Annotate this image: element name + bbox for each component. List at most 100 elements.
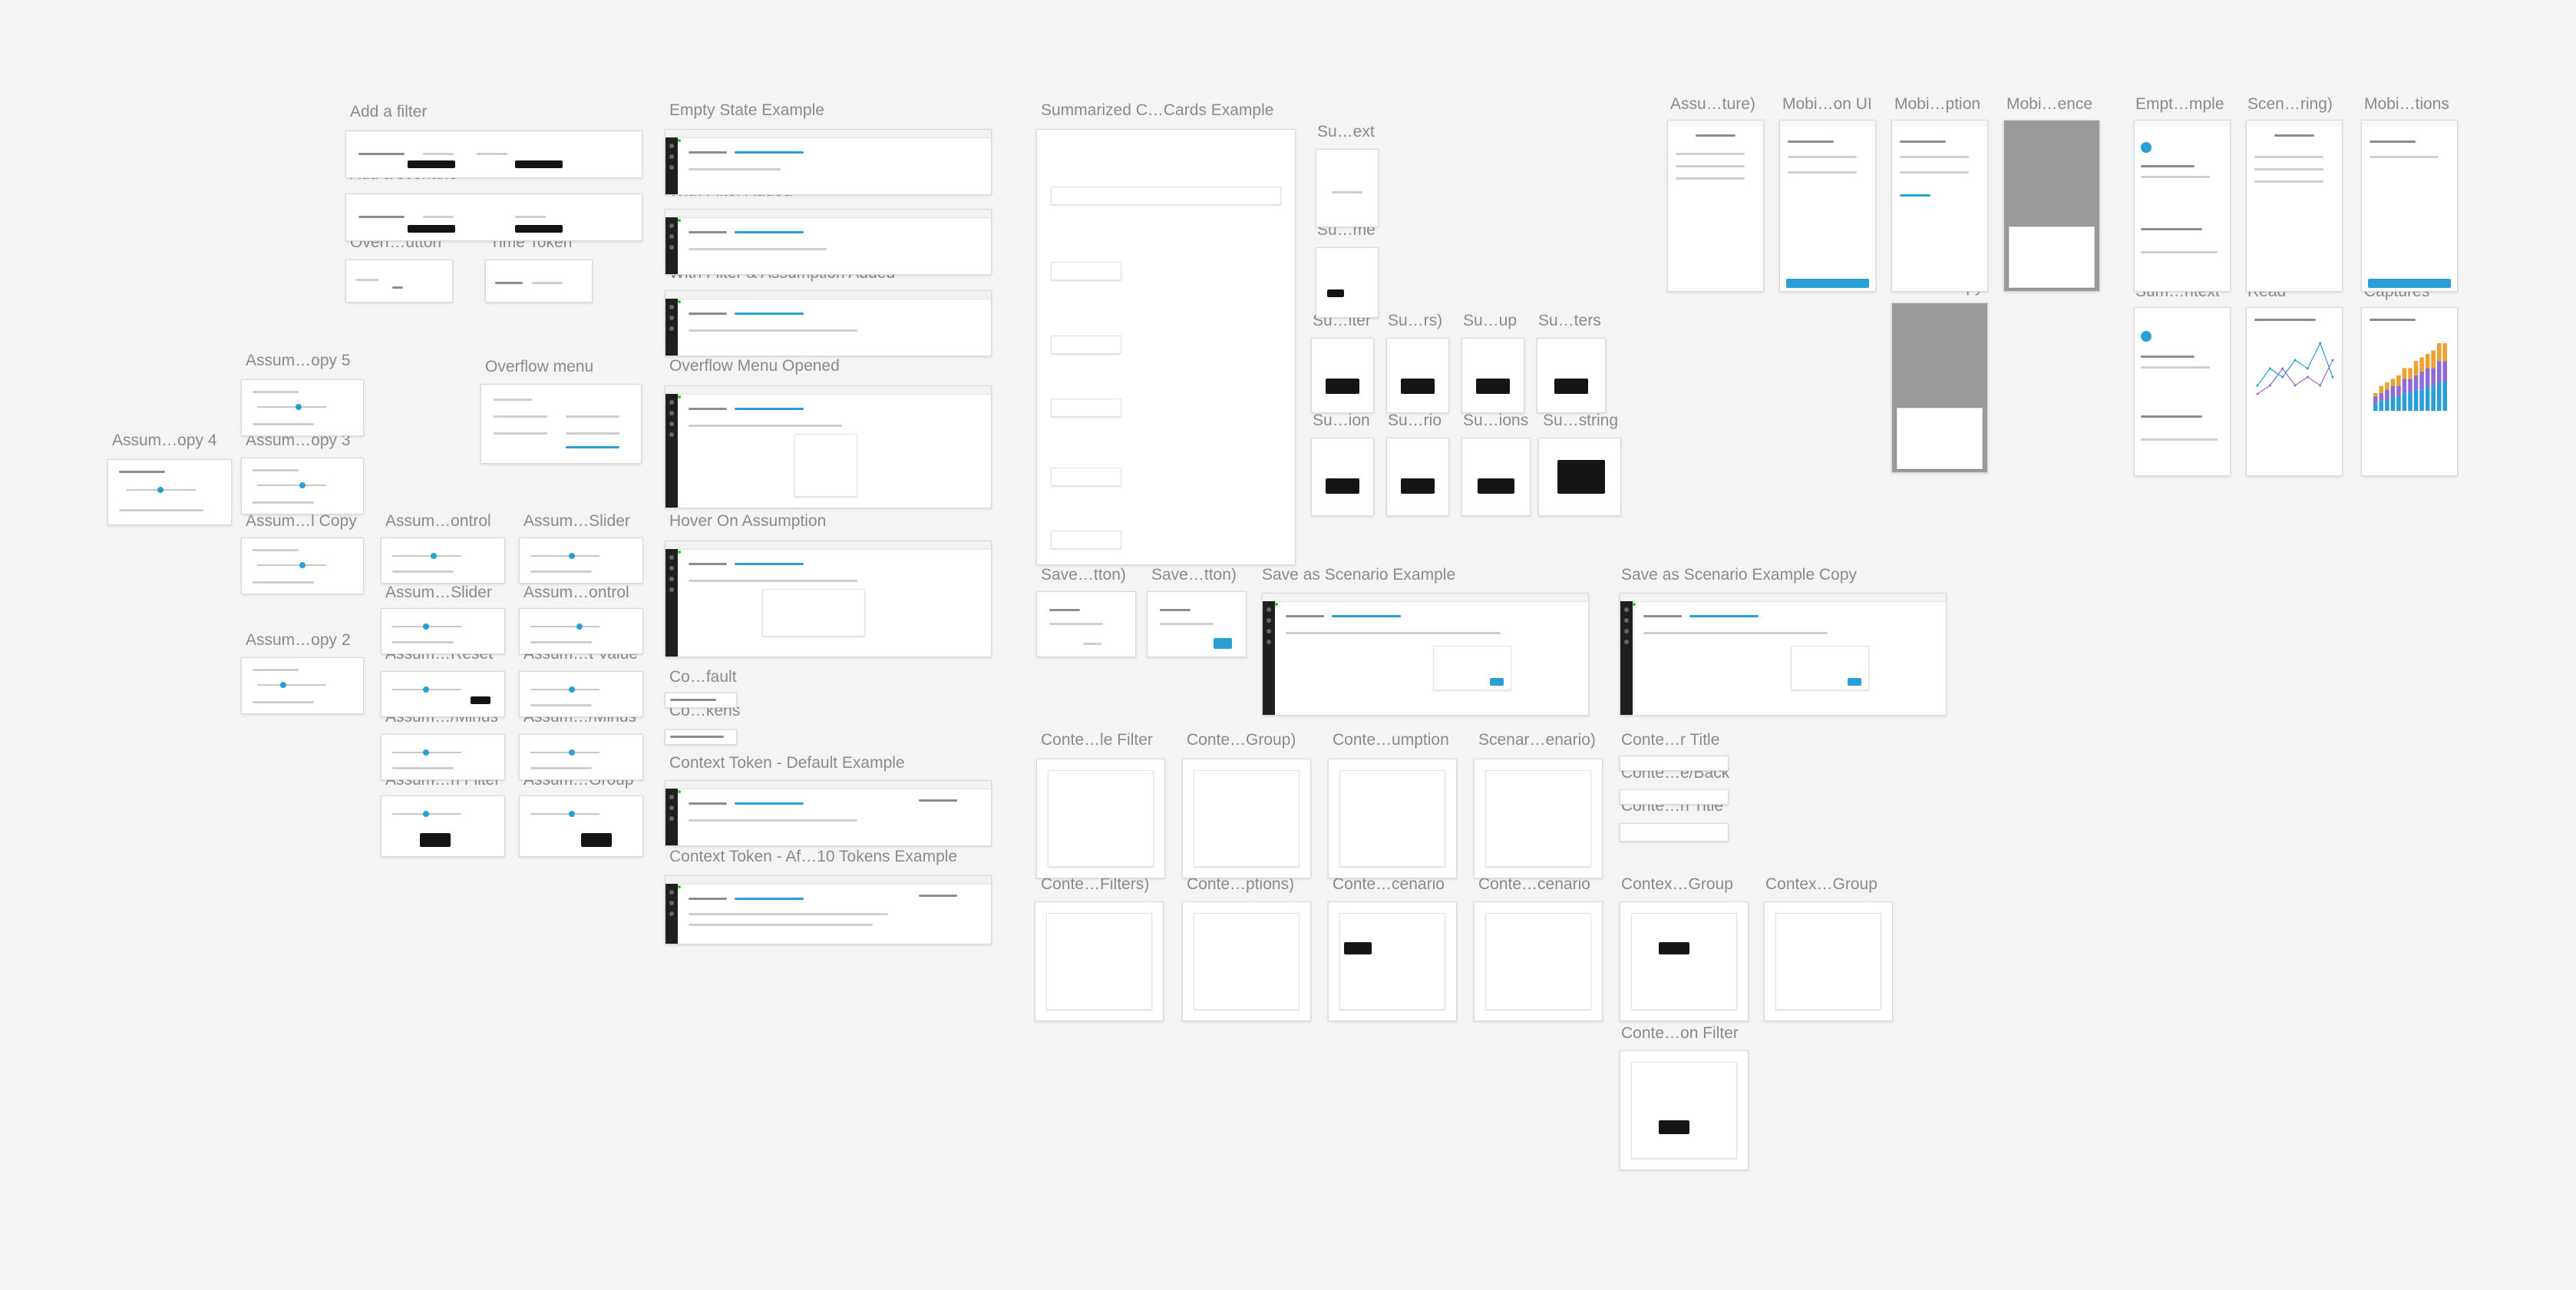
contex-group-a-artboard[interactable]: [1620, 901, 1749, 1021]
conte-filter-artboard[interactable]: [1036, 759, 1165, 878]
save-scenario-artboard[interactable]: [1262, 593, 1589, 716]
scenar-enario-artboard[interactable]: [1474, 759, 1603, 878]
su-ions-artboard[interactable]: [1461, 438, 1531, 516]
su-lter-artboard[interactable]: [1311, 338, 1374, 413]
overflow-button-artboard[interactable]: [345, 260, 453, 303]
bar-0-6: [2408, 392, 2413, 411]
label-co-fault: Co…fault: [669, 668, 737, 686]
mobile-copy-artboard[interactable]: [1891, 303, 1988, 473]
su-ion-artboard[interactable]: [1311, 438, 1374, 516]
label-conte-on-filter: Conte…on Filter: [1621, 1024, 1739, 1042]
mobile-on-ui-artboard[interactable]: [1779, 120, 1876, 292]
line-point-0-6: [2331, 375, 2334, 379]
bar-0-8: [2419, 389, 2424, 411]
add-scenario-artboard[interactable]: [345, 194, 642, 241]
line-point-1-1: [2268, 384, 2271, 387]
label-assum-slider-b: Assum…Slider: [385, 584, 492, 601]
overflow-opened-artboard[interactable]: [665, 385, 992, 508]
assumption-slider-a-artboard[interactable]: [519, 538, 643, 584]
label-conte-filter: Conte…le Filter: [1041, 731, 1153, 749]
co-fault-artboard[interactable]: [665, 693, 737, 708]
assumption-copy3-artboard[interactable]: [241, 458, 364, 514]
assumption-value-artboard[interactable]: [519, 671, 643, 717]
bar-0-12: [2442, 382, 2447, 411]
bar-2-3: [2390, 379, 2396, 386]
conte-cenario-b-artboard[interactable]: [1474, 901, 1603, 1021]
context-default-artboard[interactable]: [665, 780, 992, 846]
save-button-b-artboard[interactable]: [1147, 591, 1247, 657]
label-add-filter: Add a filter: [350, 103, 428, 121]
conte-group-artboard[interactable]: [1182, 759, 1311, 878]
mobile-assu-ture-artboard[interactable]: [1667, 120, 1764, 292]
assumption-reset-artboard[interactable]: [381, 671, 505, 717]
assumption-slider-b-artboard[interactable]: [381, 608, 505, 654]
assumption-group-artboard[interactable]: [519, 796, 643, 857]
su-rs-artboard[interactable]: [1386, 338, 1449, 413]
label-assum-copy5: Assum…opy 5: [246, 352, 351, 369]
bar-2-4: [2396, 375, 2401, 386]
bar-0-5: [2402, 392, 2407, 411]
su-rio-artboard[interactable]: [1386, 438, 1449, 516]
su-up-artboard[interactable]: [1461, 338, 1524, 413]
bar-2-7: [2413, 361, 2419, 375]
read-chart-artboard[interactable]: [2246, 307, 2343, 476]
assumption-copy2-artboard[interactable]: [241, 657, 364, 714]
su-ters-artboard[interactable]: [1537, 338, 1606, 413]
time-token-artboard[interactable]: [485, 260, 593, 303]
co-kens-artboard[interactable]: [665, 729, 737, 745]
mobile-ption-artboard[interactable]: [1891, 120, 1988, 292]
conte-n-title-artboard[interactable]: [1620, 823, 1729, 842]
summarized-cards-artboard[interactable]: [1036, 129, 1296, 565]
empty-example-artboard[interactable]: [2134, 120, 2231, 292]
conte-ptions-artboard[interactable]: [1182, 901, 1311, 1021]
contex-group-b-artboard[interactable]: [1764, 901, 1893, 1021]
label-assum-control-b: Assum…ontrol: [523, 584, 629, 601]
label-su-ters: Su…ters: [1538, 312, 1601, 329]
assumption-filter-artboard[interactable]: [381, 796, 505, 857]
su-string-artboard[interactable]: [1538, 438, 1621, 516]
hover-assumption-artboard[interactable]: [665, 541, 992, 657]
label-assum-copy4: Assum…opy 4: [112, 432, 217, 449]
bar-0-11: [2436, 382, 2442, 411]
line-point-0-4: [2306, 367, 2309, 370]
su-ext-artboard[interactable]: [1316, 149, 1379, 227]
assumption-control-b-artboard[interactable]: [519, 608, 643, 654]
overflow-menu-artboard[interactable]: [481, 384, 642, 464]
assumption-copy5-artboard[interactable]: [241, 379, 364, 436]
scenario-ring-artboard[interactable]: [2246, 120, 2343, 292]
label-su-up: Su…up: [1463, 312, 1518, 329]
assumption-copy4-artboard[interactable]: [107, 459, 232, 525]
save-scenario-copy-artboard[interactable]: [1620, 593, 1947, 716]
line-point-1-5: [2319, 384, 2322, 387]
conte-filters-artboard[interactable]: [1035, 901, 1164, 1021]
captures-chart-artboard[interactable]: [2361, 307, 2458, 476]
assumption-l-copy-artboard[interactable]: [241, 538, 364, 594]
assumption-minus-a-artboard[interactable]: [381, 734, 505, 780]
label-scenar-enario: Scenar…enario): [1478, 731, 1596, 749]
conte-umption-artboard[interactable]: [1328, 759, 1457, 878]
mobile-ence-artboard[interactable]: [2003, 120, 2100, 292]
conte-on-filter-artboard[interactable]: [1620, 1050, 1749, 1170]
line-point-1-6: [2331, 359, 2334, 362]
conte-r-title-artboard[interactable]: [1620, 756, 1729, 771]
assumption-minus-b-artboard[interactable]: [519, 734, 643, 780]
add-filter-artboard[interactable]: [345, 131, 642, 178]
bar-1-11: [2436, 361, 2442, 382]
conte-cenario-a-artboard[interactable]: [1328, 901, 1457, 1021]
context-after10-artboard[interactable]: [665, 875, 992, 944]
conte-back-artboard[interactable]: [1620, 789, 1729, 805]
label-conte-r-title: Conte…r Title: [1621, 731, 1720, 749]
bar-0-4: [2396, 396, 2401, 411]
mobile-tions-artboard[interactable]: [2361, 120, 2458, 292]
label-overflow-opened: Overflow Menu Opened: [669, 357, 840, 375]
with-filter-assumption-artboard[interactable]: [665, 290, 992, 356]
sum-context-artboard[interactable]: [2134, 307, 2231, 476]
line-point-0-5: [2319, 342, 2322, 345]
label-mobi-ption: Mobi…ption: [1894, 95, 1981, 113]
label-mobi-on-ui: Mobi…on UI: [1782, 95, 1872, 113]
su-me-artboard[interactable]: [1316, 247, 1379, 318]
with-filter-artboard[interactable]: [665, 209, 992, 275]
empty-state-artboard[interactable]: [665, 129, 992, 195]
save-button-a-artboard[interactable]: [1036, 591, 1136, 657]
assumption-control-a-artboard[interactable]: [381, 538, 505, 584]
